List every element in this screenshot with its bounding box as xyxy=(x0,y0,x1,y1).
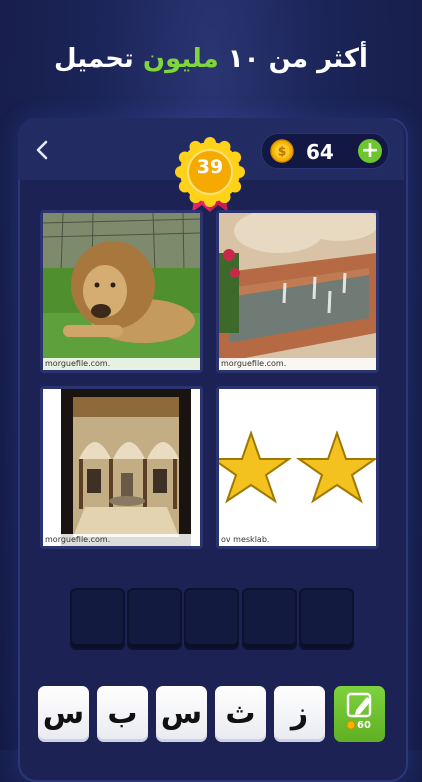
stars-picture xyxy=(219,389,376,546)
coin-icon: $ xyxy=(270,139,294,163)
courtyard-picture xyxy=(43,389,200,546)
hint-price: 60 xyxy=(357,720,371,731)
answer-slot[interactable] xyxy=(70,588,125,650)
lion-picture xyxy=(43,213,200,370)
image-credit: morguefile.com. xyxy=(43,358,200,370)
clue-image-stars[interactable]: ov mesklab. xyxy=(216,386,379,549)
image-credit: ov mesklab. xyxy=(219,534,376,546)
coin-count: 64 xyxy=(306,140,334,164)
back-button[interactable] xyxy=(30,136,56,164)
headline-accent: مليون xyxy=(142,44,219,74)
chevron-left-icon xyxy=(36,140,48,160)
headline: أكثر من ١٠ مليون تحميل xyxy=(0,44,422,74)
answer-slot[interactable] xyxy=(242,588,297,650)
answer-slot[interactable] xyxy=(184,588,239,650)
headline-suffix: تحميل xyxy=(54,44,134,74)
clue-image-courtyard[interactable]: morguefile.com. xyxy=(40,386,203,549)
image-credit: morguefile.com. xyxy=(219,358,376,370)
letter-key[interactable]: ث xyxy=(215,686,266,742)
clue-image-lion[interactable]: morguefile.com. xyxy=(40,210,203,373)
answer-slot[interactable] xyxy=(299,588,354,650)
letter-key[interactable]: س xyxy=(38,686,89,742)
hint-button[interactable]: 60 xyxy=(334,686,385,742)
letter-key[interactable]: ز xyxy=(274,686,325,742)
add-coins-button[interactable]: + xyxy=(358,139,382,163)
clue-image-fountain[interactable]: morguefile.com. xyxy=(216,210,379,373)
coin-counter: $ 64 + xyxy=(261,133,389,169)
headline-prefix: أكثر من ١٠ xyxy=(227,44,368,74)
level-number: 39 xyxy=(196,156,224,178)
image-credit: morguefile.com. xyxy=(43,534,200,546)
letter-key[interactable]: س xyxy=(156,686,207,742)
pencil-icon xyxy=(346,692,372,730)
letter-key[interactable]: ب xyxy=(97,686,148,742)
fountain-picture xyxy=(219,213,376,370)
svg-text:$: $ xyxy=(278,145,286,159)
answer-slot[interactable] xyxy=(127,588,182,650)
